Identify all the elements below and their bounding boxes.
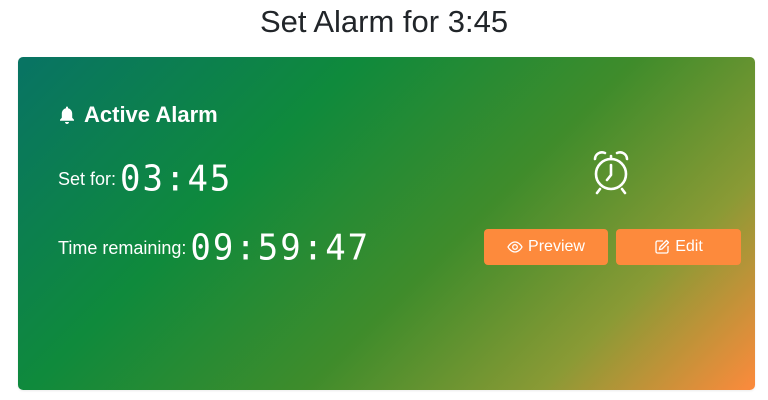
- time-remaining-row: Time remaining: 09:59:47: [58, 227, 371, 269]
- time-remaining-value: 09:59:47: [190, 227, 371, 269]
- edit-button[interactable]: Edit: [616, 229, 741, 265]
- eye-icon: [507, 241, 523, 253]
- card-heading: Active Alarm: [58, 101, 218, 129]
- set-for-row: Set for: 03:45: [58, 158, 233, 200]
- edit-icon: [655, 239, 670, 254]
- edit-button-label: Edit: [675, 238, 703, 255]
- set-for-label: Set for:: [58, 169, 117, 189]
- preview-button[interactable]: Preview: [484, 229, 608, 265]
- alarm-clock-icon: [593, 151, 629, 195]
- card-heading-text: Active Alarm: [84, 102, 218, 127]
- bell-icon: [60, 106, 74, 124]
- active-alarm-card: Active Alarm Set for: 03:45 Time remaini…: [18, 57, 755, 390]
- preview-button-label: Preview: [528, 238, 585, 255]
- set-for-value: 03:45: [120, 158, 233, 200]
- page-title: Set Alarm for 3:45: [259, 4, 509, 39]
- time-remaining-label: Time remaining:: [58, 238, 187, 258]
